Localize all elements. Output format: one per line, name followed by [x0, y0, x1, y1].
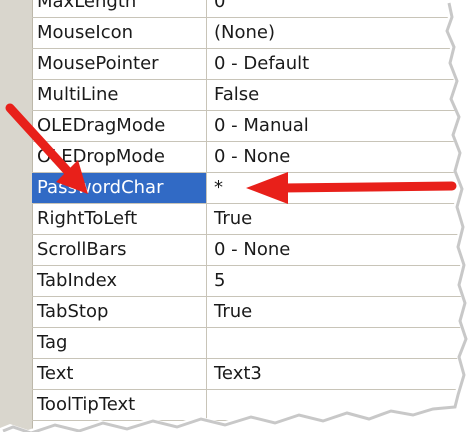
property-value[interactable]: (None)	[207, 18, 471, 48]
property-name[interactable]: OLEDragMode	[32, 111, 207, 141]
property-row[interactable]: OLEDragMode 0 - Manual	[32, 111, 471, 142]
property-row[interactable]: RightToLeft True	[32, 204, 471, 235]
property-name[interactable]: MultiLine	[32, 80, 207, 110]
property-row[interactable]: MouseIcon (None)	[32, 18, 471, 49]
property-row[interactable]: MultiLine False	[32, 80, 471, 111]
property-row[interactable]: MaxLength 0	[32, 0, 471, 18]
property-name[interactable]: TabStop	[32, 297, 207, 327]
property-value[interactable]: 0 - None	[207, 142, 471, 172]
property-row[interactable]: Tag	[32, 328, 471, 359]
property-value[interactable]	[207, 390, 471, 420]
property-value[interactable]: 0 - Default	[207, 49, 471, 79]
property-row[interactable]: TabStop True	[32, 297, 471, 328]
property-name[interactable]: RightToLeft	[32, 204, 207, 234]
property-value[interactable]	[207, 328, 471, 358]
property-name[interactable]: Text	[32, 359, 207, 389]
property-row[interactable]: TabIndex 5	[32, 266, 471, 297]
property-name[interactable]: MousePointer	[32, 49, 207, 79]
property-row[interactable]: OLEDropMode 0 - None	[32, 142, 471, 173]
property-value[interactable]: 0 - None	[207, 235, 471, 265]
grid-left-margin	[0, 0, 33, 432]
property-row[interactable]: ToolTipText	[32, 390, 471, 421]
property-name[interactable]: MaxLength	[32, 0, 207, 17]
property-value[interactable]: False	[207, 80, 471, 110]
property-grid: MaxLength 0 MouseIcon (None) MousePointer 0 -…	[0, 0, 471, 432]
property-value[interactable]: 0	[207, 0, 471, 17]
property-row[interactable]: Text Text3	[32, 359, 471, 390]
property-value[interactable]: True	[207, 297, 471, 327]
property-name[interactable]: ScrollBars	[32, 235, 207, 265]
property-name[interactable]: OLEDropMode	[32, 142, 207, 172]
property-row[interactable]: PasswordChar *	[32, 173, 471, 204]
property-row[interactable]: ScrollBars 0 - None	[32, 235, 471, 266]
property-name[interactable]: MouseIcon	[32, 18, 207, 48]
property-value[interactable]: Text3	[207, 359, 471, 389]
property-value[interactable]: True	[207, 204, 471, 234]
property-row[interactable]: MousePointer 0 - Default	[32, 49, 471, 80]
property-name[interactable]: PasswordChar	[32, 173, 207, 203]
property-value[interactable]: *	[207, 173, 471, 203]
property-name[interactable]: ToolTipText	[32, 390, 207, 420]
property-name[interactable]: TabIndex	[32, 266, 207, 296]
property-name[interactable]: Tag	[32, 328, 207, 358]
properties-window: MaxLength 0 MouseIcon (None) MousePointer 0 -…	[0, 0, 471, 432]
property-value[interactable]: 5	[207, 266, 471, 296]
property-value[interactable]: 0 - Manual	[207, 111, 471, 141]
